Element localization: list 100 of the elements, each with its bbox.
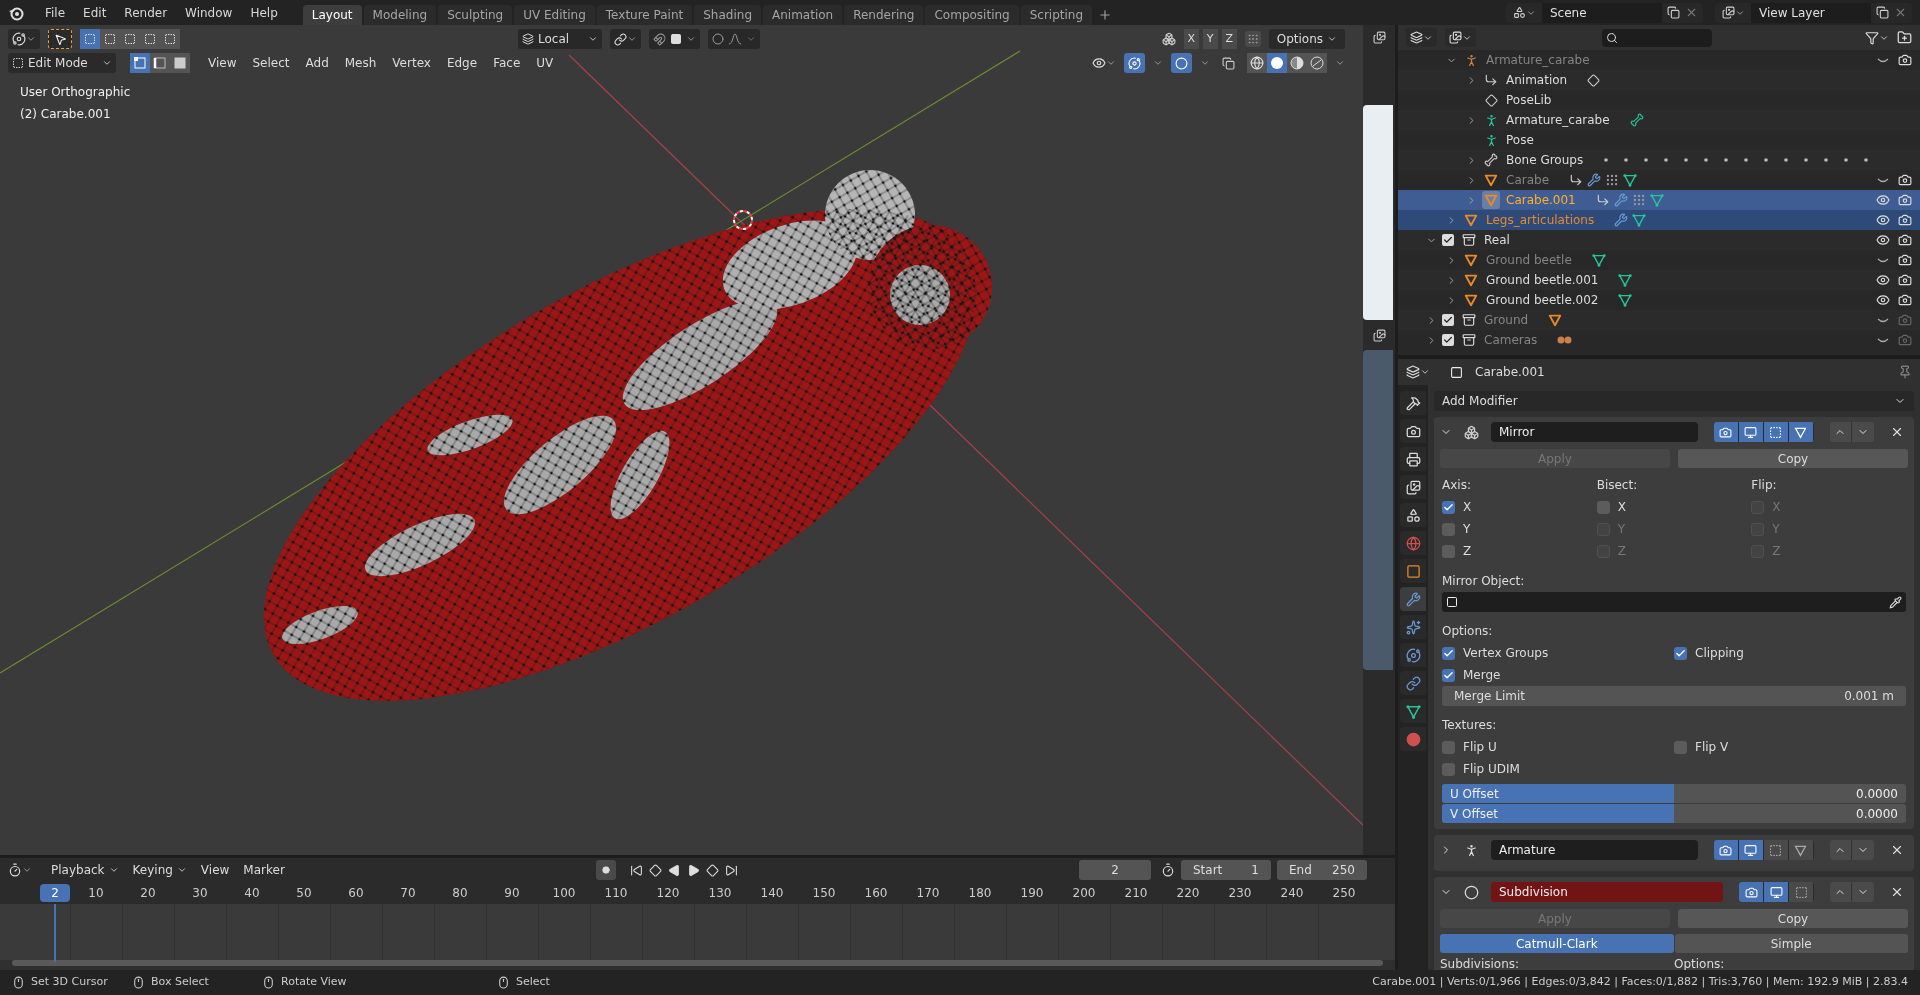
modifier-name-field[interactable]: Armature — [1491, 840, 1698, 860]
outliner-item-name: Bone Groups — [1506, 152, 1584, 169]
axis-toggle[interactable]: Y — [1202, 29, 1218, 49]
checkbox-label: Z — [1463, 543, 1472, 560]
timeline-menu[interactable]: Playback — [44, 861, 126, 879]
checkbox-label: Z — [1617, 543, 1626, 560]
add-modifier-dropdown[interactable]: Add Modifier — [1434, 391, 1914, 411]
workspace-tab[interactable]: Layout — [302, 5, 362, 25]
slider-value: 0.0000 — [1856, 805, 1898, 823]
frame-label: 130 — [707, 885, 733, 902]
copy-button[interactable]: Copy — [1678, 449, 1908, 468]
timeline-menu[interactable]: View — [193, 861, 237, 879]
checkbox-label: Vertex Groups — [1463, 645, 1549, 662]
frame-label: 40 — [243, 885, 261, 902]
axis-toggle[interactable]: X — [1183, 29, 1199, 49]
header-menu[interactable]: Select — [244, 53, 298, 73]
mode-dropdown[interactable]: Edit Mode — [8, 53, 116, 73]
start-frame-field[interactable]: Start 1 — [1181, 860, 1271, 880]
menu-item[interactable]: Edit — [74, 3, 116, 22]
timeline-menu[interactable]: Keying — [125, 861, 194, 879]
workspace-tab[interactable]: Animation — [763, 5, 843, 25]
outliner-item-name: Cameras — [1484, 332, 1538, 349]
copy-button[interactable]: Copy — [1678, 909, 1908, 928]
scene-name-field[interactable]: Scene — [1542, 2, 1662, 23]
workspace-tab[interactable]: UV Editing — [514, 5, 595, 25]
section-label: Axis: — [1442, 477, 1471, 494]
frame-label: 180 — [967, 885, 993, 902]
header-menu[interactable]: Vertex — [384, 53, 439, 73]
menu-item[interactable]: Window — [176, 3, 242, 22]
frame-label: 70 — [399, 885, 417, 902]
frame-label: 60 — [347, 885, 365, 902]
section-label: Textures: — [1442, 717, 1497, 734]
frame-label: 10 — [87, 885, 105, 902]
hint-text: Select — [516, 974, 550, 991]
checkbox-label: Flip U — [1463, 739, 1497, 756]
field-value: 1 — [1251, 862, 1259, 879]
frame-label: 210 — [1123, 885, 1149, 902]
hint-text: Set 3D Cursor — [31, 974, 108, 991]
menu-item[interactable]: Help — [241, 3, 287, 22]
workspace-tab[interactable]: Sculpting — [438, 5, 513, 25]
section-label: Options: — [1674, 956, 1726, 970]
axis-toggle[interactable]: Z — [1221, 29, 1237, 49]
slider-value: 0.0000 — [1856, 785, 1898, 803]
header-menu[interactable]: Edge — [438, 53, 486, 73]
section-label: Mirror Object: — [1442, 573, 1525, 590]
menu-item[interactable]: File — [36, 3, 75, 22]
checkbox-label: X — [1772, 499, 1781, 516]
view-name: User Orthographic — [20, 84, 131, 101]
outliner-item-name: Animation — [1506, 72, 1568, 89]
frame-label: 80 — [451, 885, 469, 902]
frame-label: 30 — [191, 885, 209, 902]
outliner-item-name: Ground beetle — [1486, 252, 1572, 269]
frame-label: 240 — [1279, 885, 1305, 902]
header-menu[interactable]: View — [200, 53, 245, 73]
offset-slider[interactable]: U Offset 0.0000 — [1442, 784, 1906, 803]
current-frame-marker[interactable]: 2 — [40, 884, 70, 902]
modifier-name-field[interactable]: Subdivision — [1491, 882, 1724, 902]
outliner-item-name: Carabe.001 — [1506, 192, 1576, 209]
workspace-tab[interactable]: Modeling — [363, 5, 437, 25]
offset-slider[interactable]: V Offset 0.0000 — [1442, 804, 1906, 823]
header-menu[interactable]: UV — [528, 53, 562, 73]
workspace-tab[interactable]: Scripting — [1020, 5, 1093, 25]
merge-limit-field[interactable]: Merge Limit 0.001 m — [1442, 686, 1906, 706]
section-label: Options: — [1442, 623, 1493, 640]
field-label: Start — [1193, 862, 1223, 879]
checkbox-label: Merge — [1463, 667, 1501, 684]
menu-item[interactable]: Render — [115, 3, 177, 22]
object-name: Carabe.001 — [1475, 364, 1545, 381]
outliner-item-name: Armature_carabe — [1486, 52, 1590, 69]
outliner-row[interactable]: Carabe.001 — [1398, 190, 1920, 210]
checkbox-label: Flip V — [1695, 739, 1729, 756]
header-menu[interactable]: Mesh — [336, 53, 385, 73]
subdivision-type-tab[interactable]: Catmull-Clark — [1440, 934, 1674, 953]
outliner-item-name: Ground — [1484, 312, 1529, 329]
outliner-item-name: PoseLib — [1506, 92, 1552, 109]
outliner-item-name: Carabe — [1506, 172, 1550, 189]
header-menu[interactable]: Face — [485, 53, 529, 73]
checkbox-label: Flip UDIM — [1463, 761, 1520, 778]
options-dropdown[interactable]: Options — [1268, 29, 1345, 49]
outliner-item-name: Armature_carabe — [1506, 112, 1610, 129]
header-menu[interactable]: Add — [297, 53, 337, 73]
outliner-item-name: Ground beetle.002 — [1486, 292, 1599, 309]
workspace-tab[interactable]: Texture Paint — [596, 5, 693, 25]
timeline-menu[interactable]: Marker — [236, 861, 292, 879]
orientation-dropdown[interactable]: Local — [518, 29, 602, 49]
workspace-tab[interactable]: Shading — [694, 5, 761, 25]
checkbox-label: Z — [1772, 543, 1781, 560]
section-label: Flip: — [1751, 477, 1777, 494]
view-layer-name-field[interactable]: View Layer — [1751, 2, 1871, 23]
slider-label: V Offset — [1450, 805, 1499, 823]
workspace-tab[interactable]: Compositing — [925, 5, 1019, 25]
checkbox-label: Clipping — [1695, 645, 1744, 662]
frame-label: 140 — [759, 885, 785, 902]
modifier-name-field[interactable]: Mirror — [1491, 422, 1698, 442]
end-frame-field[interactable]: End 250 — [1277, 860, 1367, 880]
subdivision-type-tab[interactable]: Simple — [1674, 934, 1908, 953]
workspace-tab[interactable]: Rendering — [844, 5, 924, 25]
current-frame-field[interactable]: 2 — [1079, 860, 1151, 880]
object-label: (2) Carabe.001 — [20, 106, 111, 123]
checkbox-label: Y — [1617, 521, 1625, 538]
